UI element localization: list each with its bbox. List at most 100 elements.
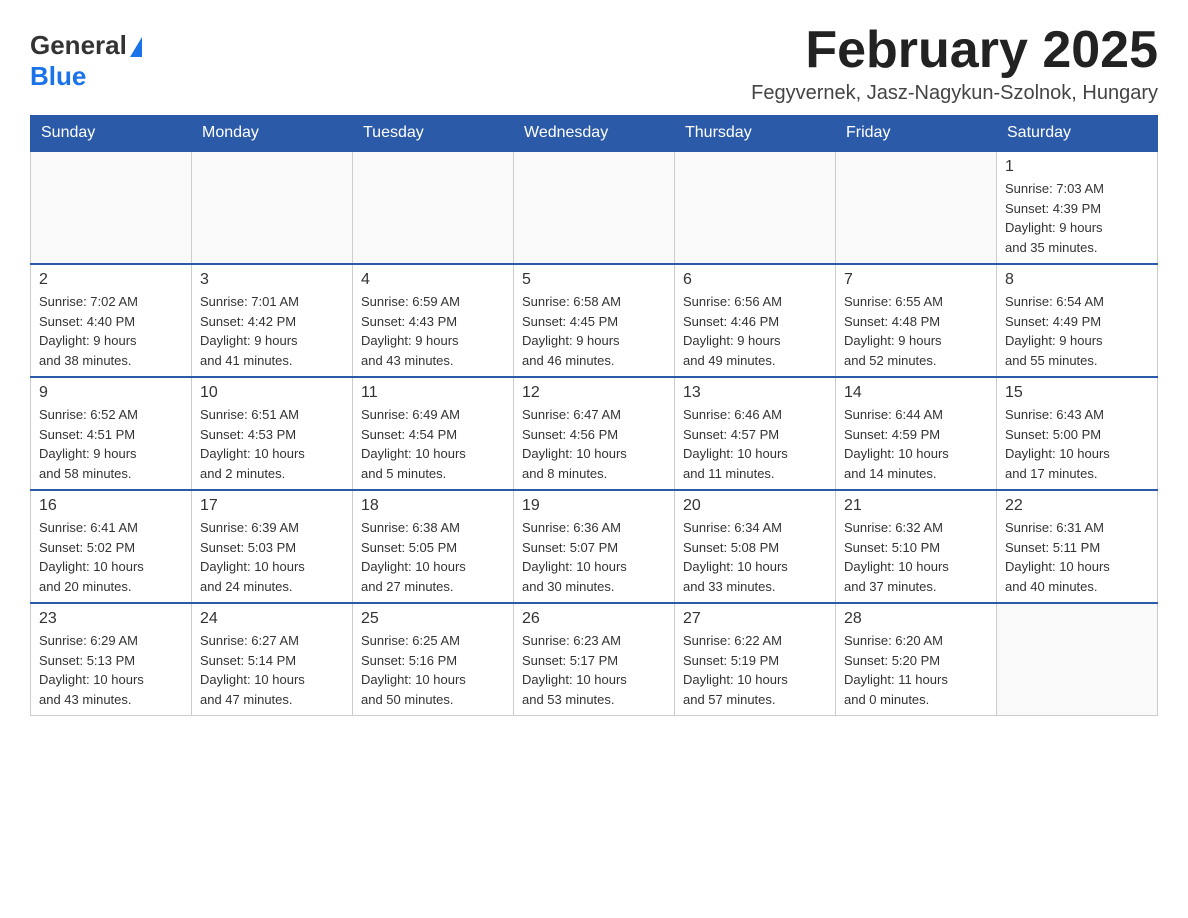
- day-info: Sunrise: 6:27 AM Sunset: 5:14 PM Dayligh…: [200, 631, 344, 709]
- page-header: General Blue February 2025 Fegyvernek, J…: [30, 20, 1158, 105]
- day-number: 18: [361, 497, 505, 515]
- day-number: 6: [683, 271, 827, 289]
- day-number: 2: [39, 271, 183, 289]
- day-info: Sunrise: 6:36 AM Sunset: 5:07 PM Dayligh…: [522, 518, 666, 596]
- day-cell: 8Sunrise: 6:54 AM Sunset: 4:49 PM Daylig…: [997, 264, 1158, 377]
- calendar-title: February 2025: [751, 20, 1158, 80]
- day-cell: 17 Sunrise: 6:39 AM Sunset: 5:03 PM Dayli…: [192, 490, 353, 603]
- day-cell: [675, 151, 836, 264]
- day-cell: 5 Sunrise: 6:58 AM Sunset: 4:45 PM Daylig…: [514, 264, 675, 377]
- day-cell: [192, 151, 353, 264]
- day-info: Sunrise: 6:59 AM Sunset: 4:43 PM Dayligh…: [361, 292, 505, 370]
- calendar-header-row: SundayMondayTuesdayWednesdayThursdayFrid…: [31, 116, 1158, 152]
- day-info: Sunrise: 6:22 AM Sunset: 5:19 PM Dayligh…: [683, 631, 827, 709]
- day-cell: [353, 151, 514, 264]
- day-info: Sunrise: 6:38 AM Sunset: 5:05 PM Dayligh…: [361, 518, 505, 596]
- day-info: Sunrise: 6:32 AM Sunset: 5:10 PM Dayligh…: [844, 518, 988, 596]
- day-number: 26: [522, 610, 666, 628]
- logo-triangle-icon: [130, 37, 142, 57]
- logo-blue-label: Blue: [30, 61, 86, 91]
- day-info: Sunrise: 6:23 AM Sunset: 5:17 PM Dayligh…: [522, 631, 666, 709]
- day-info: Sunrise: 6:51 AM Sunset: 4:53 PM Dayligh…: [200, 405, 344, 483]
- day-info: Sunrise: 6:29 AM Sunset: 5:13 PM Dayligh…: [39, 631, 183, 709]
- day-info: Sunrise: 6:41 AM Sunset: 5:02 PM Dayligh…: [39, 518, 183, 596]
- calendar-header-tuesday: Tuesday: [353, 116, 514, 152]
- day-number: 5: [522, 271, 666, 289]
- calendar-header-wednesday: Wednesday: [514, 116, 675, 152]
- day-number: 13: [683, 384, 827, 402]
- day-cell: 26 Sunrise: 6:23 AM Sunset: 5:17 PM Dayli…: [514, 603, 675, 716]
- day-info: Sunrise: 6:52 AM Sunset: 4:51 PM Dayligh…: [39, 405, 183, 483]
- day-cell: [514, 151, 675, 264]
- logo-general-label: General: [30, 30, 127, 61]
- day-info: Sunrise: 6:55 AM Sunset: 4:48 PM Dayligh…: [844, 292, 988, 370]
- calendar-header-monday: Monday: [192, 116, 353, 152]
- day-info: Sunrise: 6:39 AM Sunset: 5:03 PM Dayligh…: [200, 518, 344, 596]
- day-number: 3: [200, 271, 344, 289]
- day-info: Sunrise: 6:43 AM Sunset: 5:00 PM Dayligh…: [1005, 405, 1149, 483]
- day-info: Sunrise: 7:01 AM Sunset: 4:42 PM Dayligh…: [200, 292, 344, 370]
- logo: General Blue: [30, 30, 142, 92]
- day-number: 19: [522, 497, 666, 515]
- day-cell: 18 Sunrise: 6:38 AM Sunset: 5:05 PM Dayli…: [353, 490, 514, 603]
- day-number: 1: [1005, 158, 1149, 176]
- day-info: Sunrise: 6:49 AM Sunset: 4:54 PM Dayligh…: [361, 405, 505, 483]
- title-area: February 2025 Fegyvernek, Jasz-Nagykun-S…: [751, 20, 1158, 105]
- day-cell: 28Sunrise: 6:20 AM Sunset: 5:20 PM Dayli…: [836, 603, 997, 716]
- week-row-5: 23 Sunrise: 6:29 AM Sunset: 5:13 PM Dayli…: [31, 603, 1158, 716]
- day-cell: 6Sunrise: 6:56 AM Sunset: 4:46 PM Daylig…: [675, 264, 836, 377]
- day-info: Sunrise: 6:25 AM Sunset: 5:16 PM Dayligh…: [361, 631, 505, 709]
- day-cell: [836, 151, 997, 264]
- day-cell: 22 Sunrise: 6:31 AM Sunset: 5:11 PM Dayli…: [997, 490, 1158, 603]
- day-cell: 16 Sunrise: 6:41 AM Sunset: 5:02 PM Dayli…: [31, 490, 192, 603]
- day-info: Sunrise: 6:46 AM Sunset: 4:57 PM Dayligh…: [683, 405, 827, 483]
- day-cell: 9 Sunrise: 6:52 AM Sunset: 4:51 PM Daylig…: [31, 377, 192, 490]
- day-info: Sunrise: 6:31 AM Sunset: 5:11 PM Dayligh…: [1005, 518, 1149, 596]
- day-cell: 23 Sunrise: 6:29 AM Sunset: 5:13 PM Dayli…: [31, 603, 192, 716]
- day-cell: 2 Sunrise: 7:02 AM Sunset: 4:40 PM Daylig…: [31, 264, 192, 377]
- day-cell: 11 Sunrise: 6:49 AM Sunset: 4:54 PM Dayli…: [353, 377, 514, 490]
- calendar-header-thursday: Thursday: [675, 116, 836, 152]
- day-number: 14: [844, 384, 988, 402]
- day-info: Sunrise: 6:44 AM Sunset: 4:59 PM Dayligh…: [844, 405, 988, 483]
- day-cell: 7Sunrise: 6:55 AM Sunset: 4:48 PM Daylig…: [836, 264, 997, 377]
- day-number: 23: [39, 610, 183, 628]
- day-cell: 19 Sunrise: 6:36 AM Sunset: 5:07 PM Dayli…: [514, 490, 675, 603]
- day-number: 8: [1005, 271, 1149, 289]
- day-cell: 13 Sunrise: 6:46 AM Sunset: 4:57 PM Dayli…: [675, 377, 836, 490]
- day-number: 27: [683, 610, 827, 628]
- day-cell: 10 Sunrise: 6:51 AM Sunset: 4:53 PM Dayli…: [192, 377, 353, 490]
- day-number: 20: [683, 497, 827, 515]
- day-info: Sunrise: 6:58 AM Sunset: 4:45 PM Dayligh…: [522, 292, 666, 370]
- day-number: 25: [361, 610, 505, 628]
- day-number: 15: [1005, 384, 1149, 402]
- day-number: 9: [39, 384, 183, 402]
- day-info: Sunrise: 7:02 AM Sunset: 4:40 PM Dayligh…: [39, 292, 183, 370]
- day-number: 11: [361, 384, 505, 402]
- day-cell: [31, 151, 192, 264]
- calendar-header-friday: Friday: [836, 116, 997, 152]
- day-info: Sunrise: 6:34 AM Sunset: 5:08 PM Dayligh…: [683, 518, 827, 596]
- day-cell: 24Sunrise: 6:27 AM Sunset: 5:14 PM Dayli…: [192, 603, 353, 716]
- day-info: Sunrise: 6:47 AM Sunset: 4:56 PM Dayligh…: [522, 405, 666, 483]
- day-number: 21: [844, 497, 988, 515]
- calendar-header-sunday: Sunday: [31, 116, 192, 152]
- day-cell: 20 Sunrise: 6:34 AM Sunset: 5:08 PM Dayli…: [675, 490, 836, 603]
- day-number: 12: [522, 384, 666, 402]
- day-number: 22: [1005, 497, 1149, 515]
- day-info: Sunrise: 7:03 AM Sunset: 4:39 PM Dayligh…: [1005, 179, 1149, 257]
- day-cell: [997, 603, 1158, 716]
- day-number: 17: [200, 497, 344, 515]
- day-number: 16: [39, 497, 183, 515]
- day-cell: 4Sunrise: 6:59 AM Sunset: 4:43 PM Daylig…: [353, 264, 514, 377]
- day-cell: 25 Sunrise: 6:25 AM Sunset: 5:16 PM Dayli…: [353, 603, 514, 716]
- logo-general-text: General: [30, 30, 142, 61]
- day-cell: 27 Sunrise: 6:22 AM Sunset: 5:19 PM Dayli…: [675, 603, 836, 716]
- day-cell: 14 Sunrise: 6:44 AM Sunset: 4:59 PM Dayli…: [836, 377, 997, 490]
- day-number: 10: [200, 384, 344, 402]
- week-row-4: 16 Sunrise: 6:41 AM Sunset: 5:02 PM Dayli…: [31, 490, 1158, 603]
- week-row-2: 2 Sunrise: 7:02 AM Sunset: 4:40 PM Daylig…: [31, 264, 1158, 377]
- day-cell: 15 Sunrise: 6:43 AM Sunset: 5:00 PM Dayli…: [997, 377, 1158, 490]
- calendar-table: SundayMondayTuesdayWednesdayThursdayFrid…: [30, 115, 1158, 716]
- day-number: 28: [844, 610, 988, 628]
